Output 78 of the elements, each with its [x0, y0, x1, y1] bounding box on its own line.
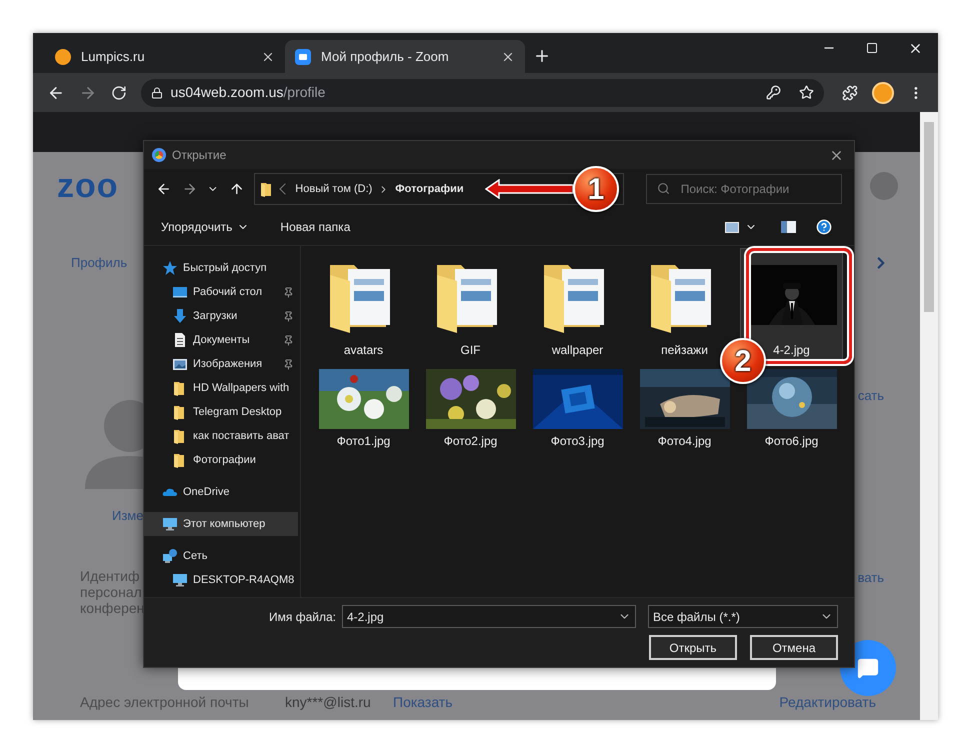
- view-icon[interactable]: [725, 222, 739, 232]
- file-name: avatars: [344, 342, 384, 359]
- file-type-select[interactable]: Все файлы (*.*): [648, 605, 838, 628]
- file-name: 4-2.jpg: [773, 342, 810, 359]
- lock-icon: [150, 86, 163, 98]
- star-icon[interactable]: [799, 85, 814, 100]
- step-number: 1: [573, 166, 619, 212]
- star-icon: [162, 260, 178, 276]
- file-name: пейзажи: [661, 342, 708, 359]
- back-icon[interactable]: [156, 181, 172, 197]
- file-name: wallpaper: [552, 342, 604, 359]
- file-item[interactable]: wallpaper: [526, 248, 629, 362]
- network-icon: [162, 548, 178, 564]
- chat-icon: [857, 657, 879, 679]
- search-field[interactable]: Поиск: Фотографии: [646, 174, 842, 204]
- dialog-title: Открытие: [172, 147, 228, 164]
- sidebar-item[interactable]: Изображения: [144, 352, 298, 376]
- cancel-button[interactable]: Отмена: [750, 635, 838, 660]
- open-button[interactable]: Открыть: [649, 635, 737, 660]
- desktop-icon: [172, 284, 188, 300]
- file-item[interactable]: Фото3.jpg: [526, 365, 629, 453]
- file-item[interactable]: avatars: [312, 248, 415, 362]
- file-item[interactable]: Фото2.jpg: [419, 365, 522, 453]
- document-icon: [172, 332, 188, 348]
- sidebar-item[interactable]: Загрузки: [144, 304, 298, 328]
- file-item[interactable]: GIF: [419, 248, 522, 362]
- image-icon: [172, 356, 188, 372]
- app-icon: [152, 148, 166, 162]
- sidebar-item[interactable]: как поставить ават: [144, 424, 298, 448]
- scrollbar[interactable]: [920, 112, 938, 720]
- field-label: Идентиф: [80, 568, 140, 584]
- video-camera-icon: [295, 48, 311, 64]
- computer-icon: [172, 572, 188, 588]
- file-name: Фото3.jpg: [550, 433, 604, 450]
- key-icon[interactable]: [766, 85, 782, 100]
- file-name: GIF: [460, 342, 480, 359]
- user-avatar: [870, 172, 898, 200]
- sidebar-item[interactable]: Сеть: [144, 544, 298, 568]
- email-value: kny***@list.ru: [285, 692, 372, 712]
- extensions-icon[interactable]: [842, 84, 858, 100]
- sidebar-item[interactable]: DESKTOP-R4AQM8: [144, 568, 298, 592]
- site-icon: [55, 48, 71, 64]
- maximize-icon[interactable]: [866, 42, 878, 54]
- download-icon: [172, 308, 188, 324]
- sidebar-item[interactable]: Документы: [144, 328, 298, 352]
- file-name: Фото4.jpg: [658, 433, 712, 450]
- up-icon[interactable]: [228, 181, 244, 197]
- field-label: Имя файла:: [269, 608, 336, 626]
- file-name: Фото1.jpg: [336, 433, 390, 450]
- field-label: Адрес электронной почты: [80, 692, 250, 712]
- new-tab-icon[interactable]: [533, 47, 551, 65]
- search-icon: [656, 182, 670, 195]
- file-item[interactable]: Фото1.jpg: [312, 365, 415, 453]
- preview-pane-icon[interactable]: [781, 221, 796, 233]
- help-icon[interactable]: [816, 219, 832, 235]
- address-bar[interactable]: us04web.zoom.us/profile: [140, 78, 824, 106]
- sidebar-item[interactable]: Рабочий стол: [144, 280, 298, 304]
- breadcrumb-item[interactable]: Новый том (D:): [295, 180, 372, 198]
- breadcrumb-item[interactable]: Фотографии: [395, 180, 464, 198]
- file-name: Фото2.jpg: [444, 433, 498, 450]
- sidebar-item[interactable]: OneDrive: [144, 480, 298, 504]
- computer-icon: [162, 516, 178, 532]
- browser-tab[interactable]: Мой профиль - Zoom: [285, 40, 525, 73]
- reload-icon[interactable]: [110, 84, 127, 100]
- field-label: персонал: [80, 584, 143, 600]
- sidebar-item[interactable]: Быстрый доступ: [144, 256, 298, 280]
- sidebar-item[interactable]: Этот компьютер: [144, 512, 298, 536]
- new-folder-button[interactable]: Новая папка: [280, 218, 350, 236]
- file-name: Фото6.jpg: [764, 433, 818, 450]
- forward-icon[interactable]: [182, 181, 198, 197]
- sidebar-item[interactable]: Telegram Desktop: [144, 400, 298, 424]
- sidebar-item[interactable]: HD Wallpapers with: [144, 376, 298, 400]
- field-label: конферен: [80, 600, 144, 616]
- organize-button[interactable]: Упорядочить: [161, 218, 250, 236]
- logo: zoo: [57, 169, 119, 203]
- sidebar-item[interactable]: Фотографии: [144, 448, 298, 472]
- file-name-field[interactable]: 4-2.jpg: [342, 605, 636, 628]
- profile-avatar[interactable]: [872, 82, 894, 104]
